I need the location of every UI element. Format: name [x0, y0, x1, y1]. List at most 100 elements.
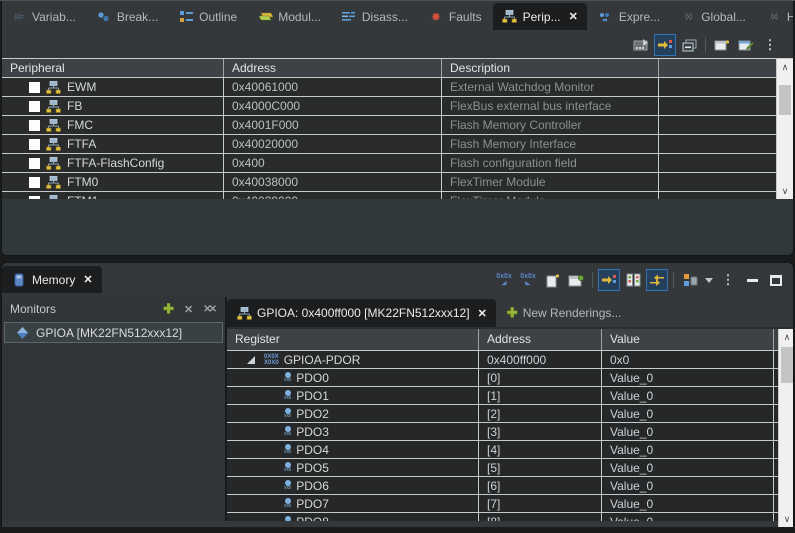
peripheral-row[interactable]: FTFA 0x40020000 Flash Memory Interface — [2, 135, 793, 154]
column-header-value[interactable]: Value — [602, 329, 774, 350]
register-name: PDO4 — [296, 442, 329, 457]
register-row[interactable]: xxii PDO7 [7] Value_0 — [227, 495, 793, 513]
minimize-icon[interactable] — [741, 269, 763, 291]
tab-peripherals[interactable]: Perip... ✕ — [492, 3, 587, 30]
register-name: PDO7 — [296, 496, 329, 511]
tab-gpioa-rendering[interactable]: GPIOA: 0x400ff000 [MK22FN512xxx12] ✕ — [227, 299, 496, 327]
link-rendering-icon[interactable] — [598, 269, 620, 291]
close-icon[interactable]: ✕ — [478, 307, 487, 320]
split-rendering-icon[interactable] — [622, 269, 644, 291]
register-row[interactable]: xxii PDO5 [5] Value_0 — [227, 459, 793, 477]
peripheral-row[interactable]: FTM10x40039000FlexTimer Module — [2, 192, 793, 199]
tab-disassembly[interactable]: Disass... — [332, 3, 417, 30]
tab-expressions[interactable]: Expre... — [589, 3, 669, 30]
register-name-cell: xxii PDO2 — [227, 405, 479, 422]
tab-label: New Renderings... — [522, 306, 622, 320]
peripheral-checkbox[interactable] — [29, 157, 40, 169]
memory-table-body: 0X0X X0X0 GPIOA-PDOR 0x400ff000 0x0 xxii PDO0 [… — [227, 351, 793, 521]
export-registers-icon[interactable] — [630, 34, 652, 56]
column-header-address[interactable]: Address — [224, 59, 442, 77]
tab-memory[interactable]: Memory ✕ — [2, 266, 102, 293]
tab-outline[interactable]: Outline — [169, 3, 246, 30]
peripheral-checkbox[interactable] — [29, 176, 40, 188]
window-bottom-edge — [0, 527, 795, 533]
register-row[interactable]: xxii PDO6 [6] Value_0 — [227, 477, 793, 495]
peripheral-icon — [46, 99, 61, 113]
scroll-down-icon[interactable]: ∨ — [777, 184, 793, 198]
scroll-down-icon[interactable]: ∨ — [779, 512, 793, 526]
register-value-cell: Value_0 — [602, 459, 774, 476]
peripherals-table-header: Peripheral Address Description — [2, 58, 793, 78]
register-row[interactable]: xxii PDO2 [2] Value_0 — [227, 405, 793, 423]
peripheral-icon — [46, 118, 61, 132]
collapse-all-icon[interactable] — [678, 34, 700, 56]
add-monitor-icon[interactable]: ✚ — [163, 301, 174, 317]
remove-monitor-icon[interactable]: ✕ — [184, 303, 193, 316]
maximize-icon[interactable] — [765, 269, 787, 291]
new-register-view-icon[interactable] — [711, 34, 733, 56]
new-hex-monitor-icon[interactable]: 0x0x ◢ — [493, 269, 515, 291]
export-memory-icon[interactable] — [565, 269, 587, 291]
switch-monitor-icon[interactable] — [646, 269, 668, 291]
tab-global-variables[interactable]: ⟨x⟩ Global... — [671, 3, 755, 30]
layout-icon[interactable] — [679, 269, 701, 291]
register-row[interactable]: xxii PDO0 [0] Value_0 — [227, 369, 793, 387]
register-row[interactable]: xxii PDO4 [4] Value_0 — [227, 441, 793, 459]
customize-view-icon[interactable] — [735, 34, 757, 56]
column-header-address[interactable]: Address — [479, 329, 602, 350]
register-row[interactable]: xxii PDO8 [8]Value_0 — [227, 513, 793, 521]
peripheral-checkbox[interactable] — [29, 119, 40, 131]
register-row[interactable]: 0X0X X0X0 GPIOA-PDOR 0x400ff000 0x0 — [227, 351, 793, 369]
column-header-register[interactable]: Register — [227, 329, 479, 350]
register-row[interactable]: xxii PDO3 [3] Value_0 — [227, 423, 793, 441]
peripheral-row[interactable]: EWM 0x40061000 External Watchdog Monitor — [2, 78, 793, 97]
memory-scrollbar[interactable]: ∧ ∨ — [778, 329, 793, 527]
expand-toggle-icon[interactable] — [247, 355, 255, 364]
peripherals-table: Peripheral Address Description EWM 0x4006… — [2, 58, 793, 199]
scroll-up-icon[interactable]: ∧ — [777, 60, 793, 74]
view-menu-icon[interactable]: ⋮ — [717, 269, 739, 291]
tab-variables[interactable]: (x)= Variab... — [2, 3, 85, 30]
peripheral-name: FMC — [67, 118, 93, 132]
tab-heap[interactable]: ⟨x⟩ Heap ... — [757, 3, 793, 30]
memory-tabbar: Memory ✕ 0x0x ◢ 0x0x ◣ ⋮ — [2, 263, 793, 297]
column-header-description[interactable]: Description — [442, 59, 659, 77]
memory-table: Register Address Value 0X0X X0X0 GPIOA-PDO… — [227, 329, 793, 521]
new-tab-icon[interactable] — [541, 269, 563, 291]
peripheral-checkbox[interactable] — [29, 100, 40, 112]
new-hex-rendering-icon[interactable]: 0x0x ◣ — [517, 269, 539, 291]
add-rendering-icon: ✚ — [506, 305, 518, 320]
peripheral-checkbox[interactable] — [29, 138, 40, 150]
ide-window: (x)= Variab... Break... Outline Modul...… — [0, 0, 795, 533]
register-value-cell: Value_0 — [602, 495, 774, 512]
close-icon[interactable]: ✕ — [569, 10, 578, 23]
peripheral-icon — [46, 137, 61, 151]
register-value-cell: Value_0 — [602, 513, 774, 521]
close-icon[interactable]: ✕ — [83, 273, 92, 286]
peripheral-row[interactable]: FB 0x4000C000 FlexBus external bus interfa… — [2, 97, 793, 116]
link-with-selection-icon[interactable] — [654, 34, 676, 56]
peripheral-row[interactable]: FTM0 0x40038000 FlexTimer Module — [2, 173, 793, 192]
tab-faults[interactable]: ✹ Faults — [419, 3, 491, 30]
scrollbar-thumb[interactable] — [779, 85, 791, 115]
tab-breakpoints[interactable]: Break... — [87, 3, 167, 30]
tab-modules[interactable]: Modul... — [248, 3, 330, 30]
memory-toolbar: 0x0x ◢ 0x0x ◣ ⋮ — [493, 266, 793, 294]
dropdown-icon[interactable] — [703, 269, 715, 291]
peripheral-checkbox[interactable] — [29, 81, 40, 93]
register-row[interactable]: xxii PDO1 [1] Value_0 — [227, 387, 793, 405]
column-header-peripheral[interactable]: Peripheral — [2, 59, 224, 77]
tab-label: Expre... — [618, 9, 661, 24]
scroll-up-icon[interactable]: ∧ — [779, 330, 793, 344]
field-icon: xxii — [284, 372, 291, 383]
view-menu-icon[interactable]: ⋮ — [759, 34, 781, 56]
scrollbar-thumb[interactable] — [781, 347, 793, 383]
peripherals-scrollbar[interactable]: ∧ ∨ — [776, 59, 793, 199]
monitor-item-gpioa[interactable]: GPIOA [MK22FN512xxx12] — [4, 322, 223, 343]
register-address-cell: [8] — [479, 513, 602, 521]
peripheral-row[interactable]: FMC 0x4001F000 Flash Memory Controller — [2, 116, 793, 135]
peripheral-row[interactable]: FTFA-FlashConfig 0x400 Flash configuration… — [2, 154, 793, 173]
tab-new-renderings[interactable]: ✚ New Renderings... — [498, 299, 631, 327]
remove-all-monitors-icon[interactable]: ✕✕ — [203, 304, 217, 315]
peripheral-name: FTFA-FlashConfig — [67, 156, 165, 170]
